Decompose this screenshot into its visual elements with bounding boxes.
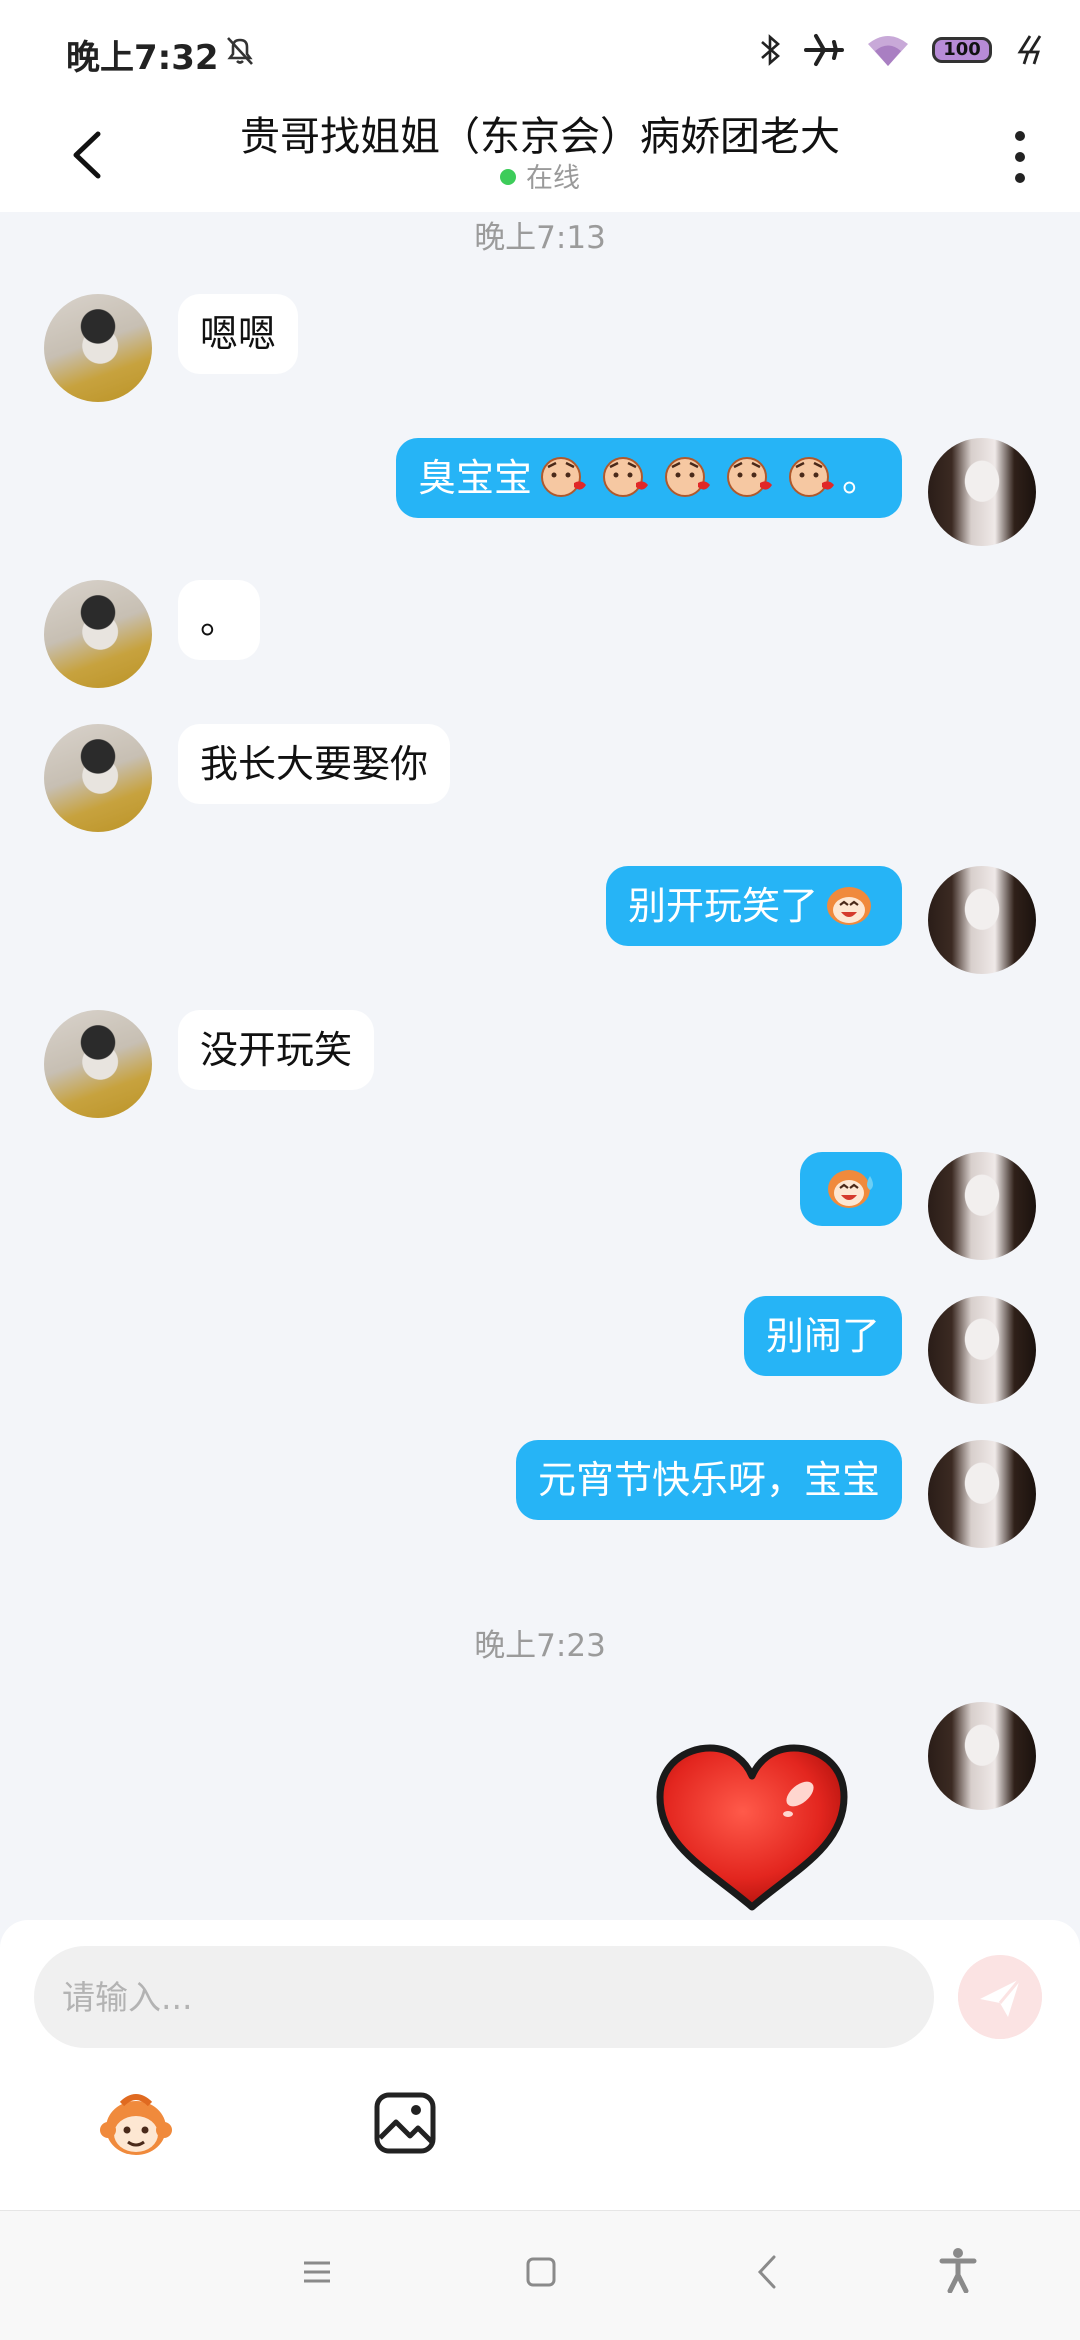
- status-icons: 100: [758, 28, 1044, 72]
- message-input[interactable]: [34, 1946, 934, 2048]
- chat-title: 贵哥找姐姐（东京会）病娇团老大: [240, 114, 840, 160]
- time-divider: 晚上7:23: [474, 1628, 606, 1664]
- charging-icon: [1017, 35, 1042, 65]
- my-avatar[interactable]: [928, 1152, 1036, 1260]
- message-bubble-incoming[interactable]: 。: [178, 580, 261, 660]
- pig-kiss-emoji: [540, 457, 586, 497]
- bell-muted-icon: [227, 37, 253, 65]
- monkey-emoji-icon[interactable]: [96, 2090, 176, 2160]
- monkey-laugh-emoji: [827, 887, 871, 925]
- system-nav-bar: [0, 2210, 1080, 2340]
- message-text: 臭宝宝: [417, 456, 532, 500]
- battery-indicator: 100: [932, 37, 992, 63]
- message-suffix: 。: [841, 456, 880, 500]
- my-avatar[interactable]: [928, 438, 1036, 546]
- pig-kiss-emoji: [726, 457, 772, 497]
- image-icon[interactable]: [372, 2090, 438, 2156]
- red-heart-sticker[interactable]: [652, 1742, 852, 1914]
- home-icon[interactable]: [524, 2255, 558, 2289]
- input-panel: [0, 1920, 1080, 2210]
- message-bubble-outgoing[interactable]: 别闹了: [743, 1296, 902, 1376]
- status-bar: 晚上7:32 100: [0, 0, 1080, 100]
- menu-icon[interactable]: [300, 2255, 334, 2289]
- wifi-icon: [868, 36, 908, 66]
- my-avatar[interactable]: [928, 1702, 1036, 1810]
- back-icon[interactable]: [754, 2253, 780, 2291]
- pig-kiss-emoji: [788, 457, 834, 497]
- message-bubble-incoming[interactable]: 嗯嗯: [178, 294, 299, 374]
- bluetooth-icon: [761, 34, 780, 66]
- contact-avatar[interactable]: [44, 580, 152, 688]
- airplane-icon: [804, 34, 844, 66]
- message-bubble-incoming[interactable]: 我长大要娶你: [178, 724, 451, 804]
- online-status: 在线: [0, 156, 1080, 195]
- send-button[interactable]: [958, 1955, 1042, 2039]
- online-status-text: 在线: [526, 163, 580, 194]
- message-bubble-outgoing[interactable]: 别开玩笑了: [605, 866, 902, 946]
- online-dot: [500, 169, 516, 185]
- message-bubble-outgoing[interactable]: [800, 1152, 902, 1226]
- message-bubble-incoming[interactable]: 没开玩笑: [178, 1010, 375, 1090]
- message-bubble-outgoing[interactable]: 臭宝宝 。: [395, 438, 902, 518]
- my-avatar[interactable]: [928, 866, 1036, 974]
- monkey-sweat-emoji: [828, 1170, 873, 1208]
- message-bubble-outgoing[interactable]: 元宵节快乐呀，宝宝: [515, 1440, 902, 1520]
- pig-kiss-emoji: [602, 457, 648, 497]
- chat-header: 贵哥找姐姐（东京会）病娇团老大 在线: [0, 100, 1080, 212]
- pig-kiss-emoji: [664, 457, 710, 497]
- contact-avatar[interactable]: [44, 724, 152, 832]
- my-avatar[interactable]: [928, 1440, 1036, 1548]
- message-text: 别开玩笑了: [627, 884, 818, 928]
- contact-avatar[interactable]: [44, 294, 152, 402]
- time-divider: 晚上7:13: [474, 220, 606, 256]
- accessibility-icon[interactable]: [938, 2247, 978, 2293]
- contact-avatar[interactable]: [44, 1010, 152, 1118]
- more-options-button[interactable]: [1000, 122, 1040, 192]
- status-time: 晚上7:32: [66, 38, 219, 78]
- my-avatar[interactable]: [928, 1296, 1036, 1404]
